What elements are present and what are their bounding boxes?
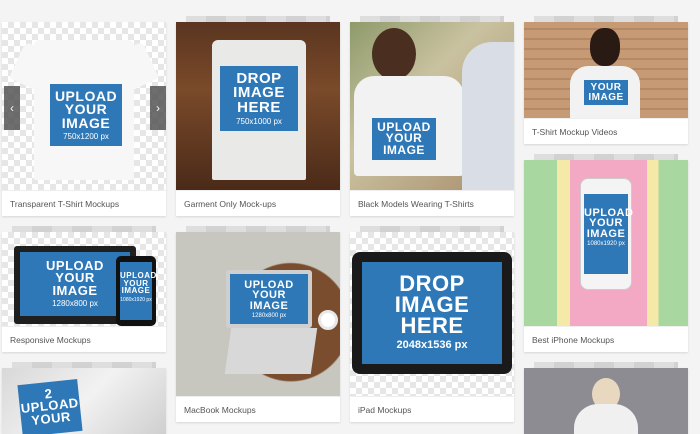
overlay-line: IMAGE — [586, 227, 626, 240]
card-image: UPLOAD YOUR IMAGE — [350, 22, 514, 190]
card-image — [524, 368, 688, 434]
overlay-line: IMAGE — [249, 299, 289, 312]
card-caption[interactable]: T-Shirt Mockup Videos — [524, 118, 688, 144]
overlay-size: 1280x800 px — [251, 313, 287, 320]
overlay-size: 2048x1536 px — [396, 338, 468, 351]
overlay-size: 1080x1920 px — [587, 241, 625, 248]
overlay-line: IMAGE — [121, 286, 151, 296]
card-image: UPLOAD YOUR IMAGE 1280x800 px UPLOAD YOU… — [2, 232, 166, 326]
overlay-line: HERE — [400, 312, 464, 338]
upload-overlay: UPLOAD YOUR IMAGE — [372, 118, 436, 161]
overlay-line: IMAGE — [61, 114, 111, 131]
card-image: 2 UPLOAD YOUR — [2, 368, 166, 434]
upload-overlay-phone: UPLOAD YOUR IMAGE 1080x1920 px — [120, 262, 156, 320]
card-black-models[interactable]: UPLOAD YOUR IMAGE Black Models Wearing T… — [350, 16, 514, 216]
drop-overlay: DROP IMAGE HERE 750x1000 px — [220, 66, 298, 132]
carousel-prev-button[interactable]: ‹ — [4, 86, 20, 130]
card-caption[interactable]: MacBook Mockups — [176, 396, 340, 422]
person-head — [372, 28, 416, 80]
overlay-line: IMAGE — [383, 142, 425, 157]
person-head — [590, 28, 620, 66]
card-caption[interactable]: Responsive Mockups — [2, 326, 166, 352]
card-image: UPLOAD YOUR IMAGE 1280x800 px — [176, 232, 340, 396]
card-image: YOUR IMAGE — [524, 22, 688, 118]
card-macbook[interactable]: UPLOAD YOUR IMAGE 1280x800 px MacBook Mo… — [176, 226, 340, 422]
upload-overlay: UPLOAD YOUR IMAGE 750x1200 px — [50, 84, 122, 147]
mockup-grid: UPLOAD YOUR IMAGE 750x1200 px ‹ › Transp… — [0, 0, 700, 434]
card-caption[interactable]: Black Models Wearing T-Shirts — [350, 190, 514, 216]
hoodie-shape — [574, 404, 638, 434]
overlay-line: YOUR — [30, 408, 72, 428]
laptop-keyboard — [224, 328, 318, 374]
card-transparent-tshirt[interactable]: UPLOAD YOUR IMAGE 750x1200 px ‹ › Transp… — [2, 22, 166, 216]
card-best-iphone[interactable]: UPLOAD YOUR IMAGE 1080x1920 px Best iPho… — [524, 154, 688, 352]
upload-overlay: 2 UPLOAD YOUR — [17, 379, 83, 434]
upload-overlay: YOUR IMAGE — [584, 80, 628, 105]
card-responsive[interactable]: UPLOAD YOUR IMAGE 1280x800 px UPLOAD YOU… — [2, 226, 166, 352]
card-image: DROP IMAGE HERE 2048x1536 px — [350, 232, 514, 396]
carousel-next-button[interactable]: › — [150, 86, 166, 130]
card-hoodie-mockups[interactable] — [524, 362, 688, 434]
card-image: UPLOAD YOUR IMAGE 750x1200 px ‹ › — [2, 22, 166, 190]
card-caption[interactable]: Best iPhone Mockups — [524, 326, 688, 352]
overlay-line: IMAGE — [588, 91, 624, 103]
upload-overlay: UPLOAD YOUR IMAGE 1080x1920 px — [584, 194, 633, 274]
overlay-line: IMAGE — [52, 282, 98, 298]
card-tshirt-videos[interactable]: YOUR IMAGE T-Shirt Mockup Videos — [524, 16, 688, 144]
upload-overlay: UPLOAD YOUR IMAGE 1280x800 px — [20, 252, 130, 316]
card-ipad[interactable]: DROP IMAGE HERE 2048x1536 px iPad Mockup… — [350, 226, 514, 422]
card-caption[interactable]: iPad Mockups — [350, 396, 514, 422]
card-caption[interactable]: Transparent T-Shirt Mockups — [2, 190, 166, 216]
overlay-line: HERE — [237, 98, 281, 116]
card-print-mockups[interactable]: 2 UPLOAD YOUR — [2, 362, 166, 434]
coffee-cup — [318, 310, 338, 330]
overlay-size: 1280x800 px — [52, 299, 98, 309]
upload-overlay: UPLOAD YOUR IMAGE 1280x800 px — [230, 274, 308, 324]
card-image: DROP IMAGE HERE 750x1000 px — [176, 22, 340, 190]
card-caption[interactable]: Garment Only Mock-ups — [176, 190, 340, 216]
overlay-size: 750x1000 px — [236, 116, 282, 126]
card-garment-only[interactable]: DROP IMAGE HERE 750x1000 px Garment Only… — [176, 16, 340, 216]
person-back — [462, 42, 514, 190]
overlay-size: 750x1200 px — [63, 131, 109, 141]
card-image: UPLOAD YOUR IMAGE 1080x1920 px — [524, 160, 688, 326]
overlay-size: 1080x1920 px — [120, 296, 152, 303]
drop-overlay: DROP IMAGE HERE 2048x1536 px — [362, 262, 502, 364]
